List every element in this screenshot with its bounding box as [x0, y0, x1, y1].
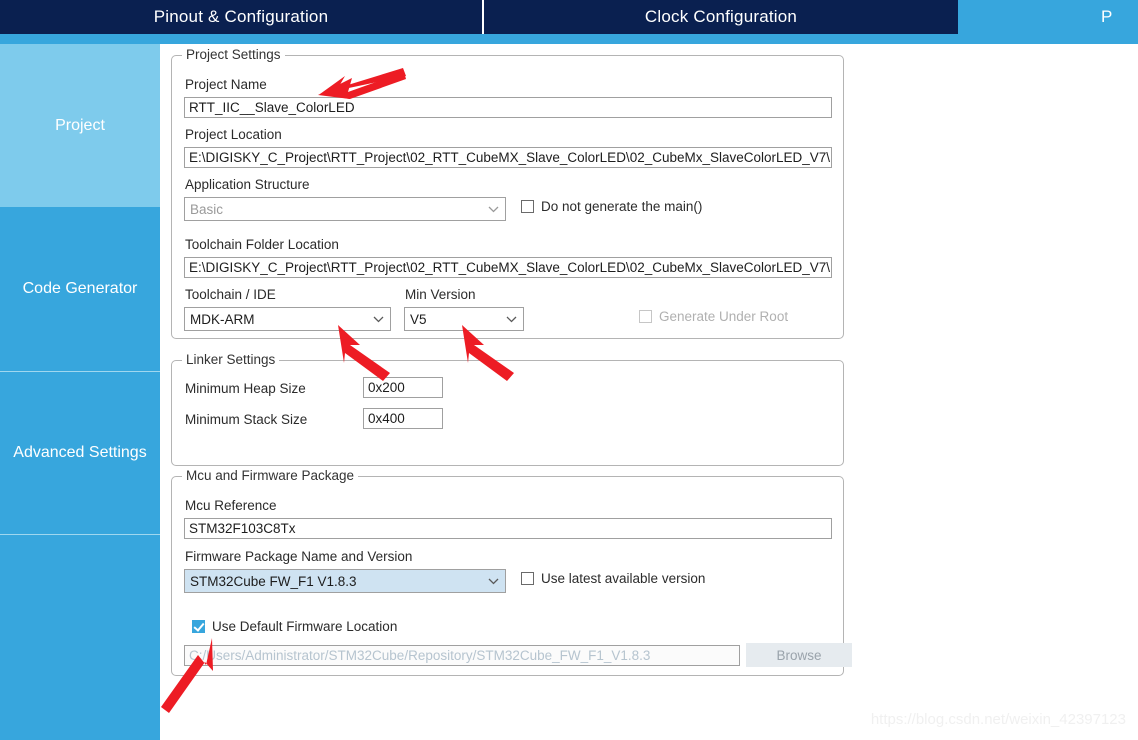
tab-pinout-configuration-label: Pinout & Configuration	[153, 7, 329, 26]
project-manager-sidebar: Project Code Generator Advanced Settings	[0, 44, 160, 740]
mcu-firmware-package-legend: Mcu and Firmware Package	[182, 468, 359, 484]
tab-clock-configuration-label: Clock Configuration	[644, 7, 798, 26]
mcu-firmware-package-group: Mcu and Firmware Package Mcu Reference S…	[171, 468, 852, 676]
sidebar-item-advanced-settings-label: Advanced Settings	[13, 444, 147, 461]
project-name-input[interactable]: RTT_IIC__Slave_ColorLED	[184, 97, 832, 118]
mcu-reference-input[interactable]: STM32F103C8Tx	[184, 518, 832, 539]
generate-under-root-label: Generate Under Root	[659, 309, 789, 324]
checkbox-checked-icon	[192, 620, 205, 633]
chevron-down-icon	[481, 198, 505, 220]
project-location-input[interactable]: E:\DIGISKY_C_Project\RTT_Project\02_RTT_…	[184, 147, 832, 168]
toolchain-ide-value: MDK-ARM	[190, 311, 255, 327]
sidebar-item-code-generator[interactable]: Code Generator	[0, 207, 160, 371]
tab-pinout-configuration[interactable]: Pinout & Configuration	[0, 0, 482, 34]
use-default-firmware-location-checkbox[interactable]: Use Default Firmware Location	[192, 619, 397, 634]
project-location-label: Project Location	[185, 127, 282, 142]
project-settings-group: Project Settings Project Name RTT_IIC__S…	[171, 47, 844, 339]
tabbar-accent-strip-right	[958, 34, 1138, 44]
project-name-label: Project Name	[185, 77, 267, 92]
checkbox-box-icon	[639, 310, 652, 323]
min-version-label: Min Version	[405, 287, 476, 302]
chevron-down-icon	[366, 308, 390, 330]
use-latest-version-checkbox[interactable]: Use latest available version	[521, 571, 705, 586]
minimum-heap-size-input[interactable]: 0x200	[363, 377, 443, 398]
firmware-package-select[interactable]: STM32Cube FW_F1 V1.8.3	[184, 569, 506, 593]
generate-under-root-checkbox[interactable]: Generate Under Root	[639, 309, 788, 324]
checkbox-box-icon	[521, 572, 534, 585]
mcu-reference-label: Mcu Reference	[185, 498, 277, 513]
tabbar-accent-strip	[0, 34, 958, 44]
tab-project-manager-label: P	[1101, 7, 1113, 26]
watermark-text: https://blog.csdn.net/weixin_42397123	[870, 711, 1126, 728]
min-version-value: V5	[410, 311, 427, 327]
sidebar-item-advanced-settings[interactable]: Advanced Settings	[0, 371, 160, 534]
chevron-down-icon	[499, 308, 523, 330]
min-version-select[interactable]: V5	[404, 307, 524, 331]
minimum-heap-size-label: Minimum Heap Size	[185, 381, 306, 396]
toolchain-ide-label: Toolchain / IDE	[185, 287, 276, 302]
do-not-generate-main-checkbox[interactable]: Do not generate the main()	[521, 199, 702, 214]
toolchain-folder-location-label: Toolchain Folder Location	[185, 237, 339, 252]
use-default-firmware-location-label: Use Default Firmware Location	[212, 619, 398, 634]
minimum-stack-size-label: Minimum Stack Size	[185, 412, 308, 427]
linker-settings-legend: Linker Settings	[182, 352, 280, 368]
linker-settings-group: Linker Settings Minimum Heap Size 0x200 …	[171, 352, 844, 466]
firmware-package-label: Firmware Package Name and Version	[185, 549, 413, 564]
firmware-location-input[interactable]: C:/Users/Administrator/STM32Cube/Reposit…	[184, 645, 740, 666]
firmware-package-value: STM32Cube FW_F1 V1.8.3	[190, 573, 357, 589]
application-structure-label: Application Structure	[185, 177, 310, 192]
toolchain-folder-location-input[interactable]: E:\DIGISKY_C_Project\RTT_Project\02_RTT_…	[184, 257, 832, 278]
chevron-down-icon	[481, 570, 505, 592]
sidebar-item-code-generator-label: Code Generator	[22, 280, 138, 297]
tab-project-manager[interactable]: P	[958, 0, 1138, 34]
tab-clock-configuration[interactable]: Clock Configuration	[482, 0, 958, 34]
stm32cubemx-project-manager-window: Pinout & Configuration Clock Configurati…	[0, 0, 1138, 740]
project-settings-pane: Project Settings Project Name RTT_IIC__S…	[160, 44, 1138, 740]
sidebar-item-project-label: Project	[55, 116, 105, 134]
project-settings-legend: Project Settings	[182, 47, 285, 63]
sidebar-item-project[interactable]: Project	[0, 44, 160, 207]
sidebar-item-empty[interactable]	[0, 534, 160, 740]
checkbox-box-icon	[521, 200, 534, 213]
do-not-generate-main-label: Do not generate the main()	[541, 199, 703, 214]
application-structure-value: Basic	[190, 201, 224, 217]
browse-button[interactable]: Browse	[746, 643, 852, 667]
use-latest-version-label: Use latest available version	[541, 571, 706, 586]
minimum-stack-size-input[interactable]: 0x400	[363, 408, 443, 429]
toolchain-ide-select[interactable]: MDK-ARM	[184, 307, 391, 331]
application-structure-select[interactable]: Basic	[184, 197, 506, 221]
main-tabbar: Pinout & Configuration Clock Configurati…	[0, 0, 1138, 34]
